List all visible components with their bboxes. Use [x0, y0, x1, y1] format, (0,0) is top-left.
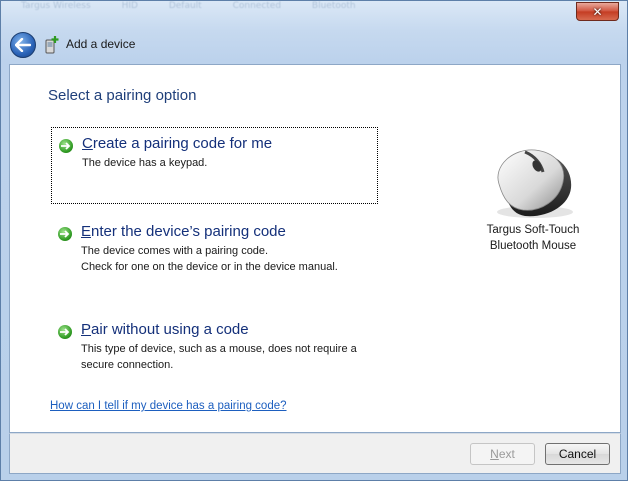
mouse-icon — [497, 149, 573, 218]
option-title: Create a pairing code for me — [82, 135, 273, 152]
cancel-button[interactable]: Cancel — [545, 443, 610, 465]
content-panel: Select a pairing option Create a pairing… — [9, 64, 621, 433]
option-description: This type of device, such as a mouse, do… — [81, 343, 357, 371]
pairing-code-help-link[interactable]: How can I tell if my device has a pairin… — [50, 400, 287, 412]
dialog-window: Targus Wireless HID Default Connected Bl… — [0, 0, 628, 481]
next-button[interactable]: Next — [470, 443, 535, 465]
window-title: Add a device — [66, 37, 136, 51]
option-create-pairing-code[interactable]: Create a pairing code for me The device … — [51, 127, 378, 204]
add-device-icon — [45, 36, 59, 54]
close-button[interactable]: ✕ — [576, 2, 619, 21]
back-arrow-icon — [15, 38, 31, 52]
option-enter-pairing-code[interactable]: Enter the device’s pairing code The devi… — [51, 216, 378, 286]
green-arrow-icon — [58, 227, 72, 241]
button-bar: Next Cancel — [9, 433, 621, 474]
option-pair-without-code[interactable]: Pair without using a code This type of d… — [51, 314, 378, 374]
back-button[interactable] — [10, 32, 36, 58]
green-arrow-icon — [58, 325, 72, 339]
green-arrow-icon — [59, 139, 73, 153]
option-title: Pair without using a code — [81, 321, 249, 338]
option-description: The device comes with a pairing code. Ch… — [81, 245, 338, 273]
option-description: The device has a keypad. — [82, 157, 208, 169]
background-window-text: Targus Wireless HID Default Connected Bl… — [21, 1, 356, 11]
device-name: Targus Soft-Touch Bluetooth Mouse — [486, 224, 580, 252]
close-icon: ✕ — [592, 4, 603, 19]
option-title: Enter the device’s pairing code — [81, 223, 286, 240]
page-title: Select a pairing option — [48, 87, 197, 104]
